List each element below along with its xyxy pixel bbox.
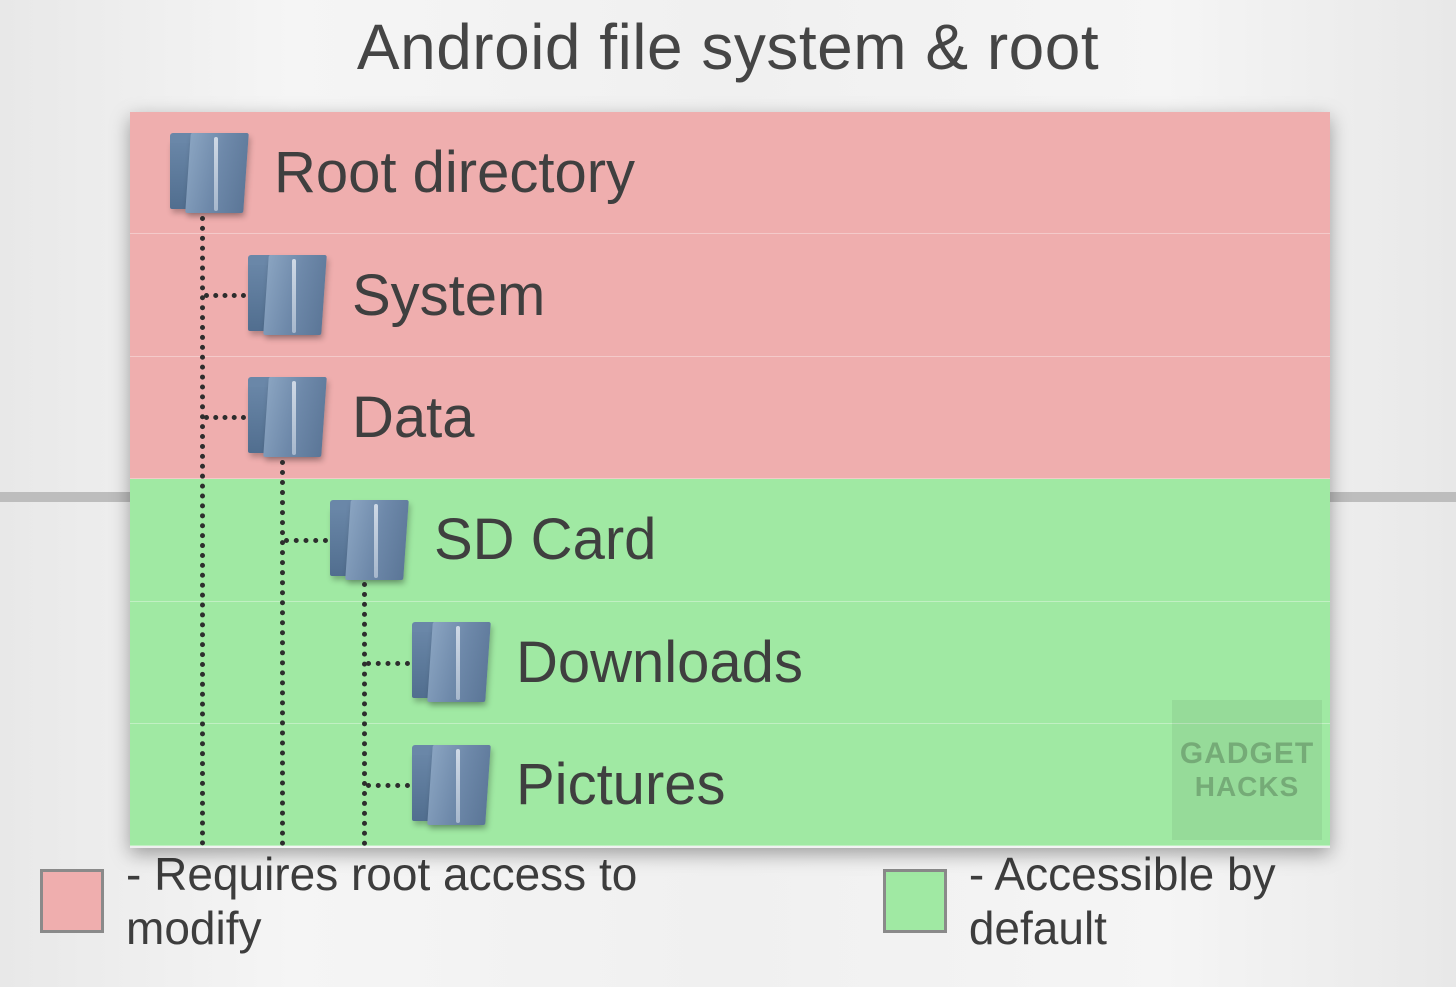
folder-icon — [412, 743, 490, 827]
legend: - Requires root access to modify - Acces… — [40, 847, 1416, 955]
folder-icon — [248, 253, 326, 337]
tree-label: System — [352, 262, 545, 329]
legend-label-green: - Accessible by default — [969, 847, 1416, 955]
filesystem-panel: Root directory System Data — [130, 112, 1330, 848]
tree-row-pictures: Pictures — [130, 724, 1330, 846]
tree-connector — [204, 293, 246, 298]
tree-connector — [366, 783, 410, 788]
tree-connector — [284, 538, 328, 543]
tree-row-data: Data — [130, 357, 1330, 479]
tree-label: Root directory — [274, 139, 635, 206]
folder-icon — [412, 620, 490, 704]
tree-connector — [366, 661, 410, 666]
tree-label: SD Card — [434, 506, 656, 573]
tree-row-system: System — [130, 234, 1330, 356]
watermark: GADGET HACKS — [1172, 700, 1322, 840]
folder-icon — [330, 498, 408, 582]
watermark-line2: HACKS — [1195, 771, 1300, 803]
tree-label: Data — [352, 384, 475, 451]
tree-connector — [280, 460, 285, 846]
folder-icon — [170, 131, 248, 215]
legend-swatch-green — [883, 869, 947, 933]
tree-label: Pictures — [516, 751, 726, 818]
folder-icon — [248, 375, 326, 459]
tree-row-root: Root directory — [130, 112, 1330, 234]
tree-connector — [204, 415, 246, 420]
legend-swatch-red — [40, 869, 104, 933]
tree-label: Downloads — [516, 629, 803, 696]
diagram-title: Android file system & root — [0, 0, 1456, 84]
legend-label-red: - Requires root access to modify — [126, 847, 770, 955]
tree-connector — [362, 582, 367, 846]
tree-connector — [200, 216, 205, 846]
tree-row-downloads: Downloads — [130, 602, 1330, 724]
watermark-line1: GADGET — [1180, 737, 1314, 771]
